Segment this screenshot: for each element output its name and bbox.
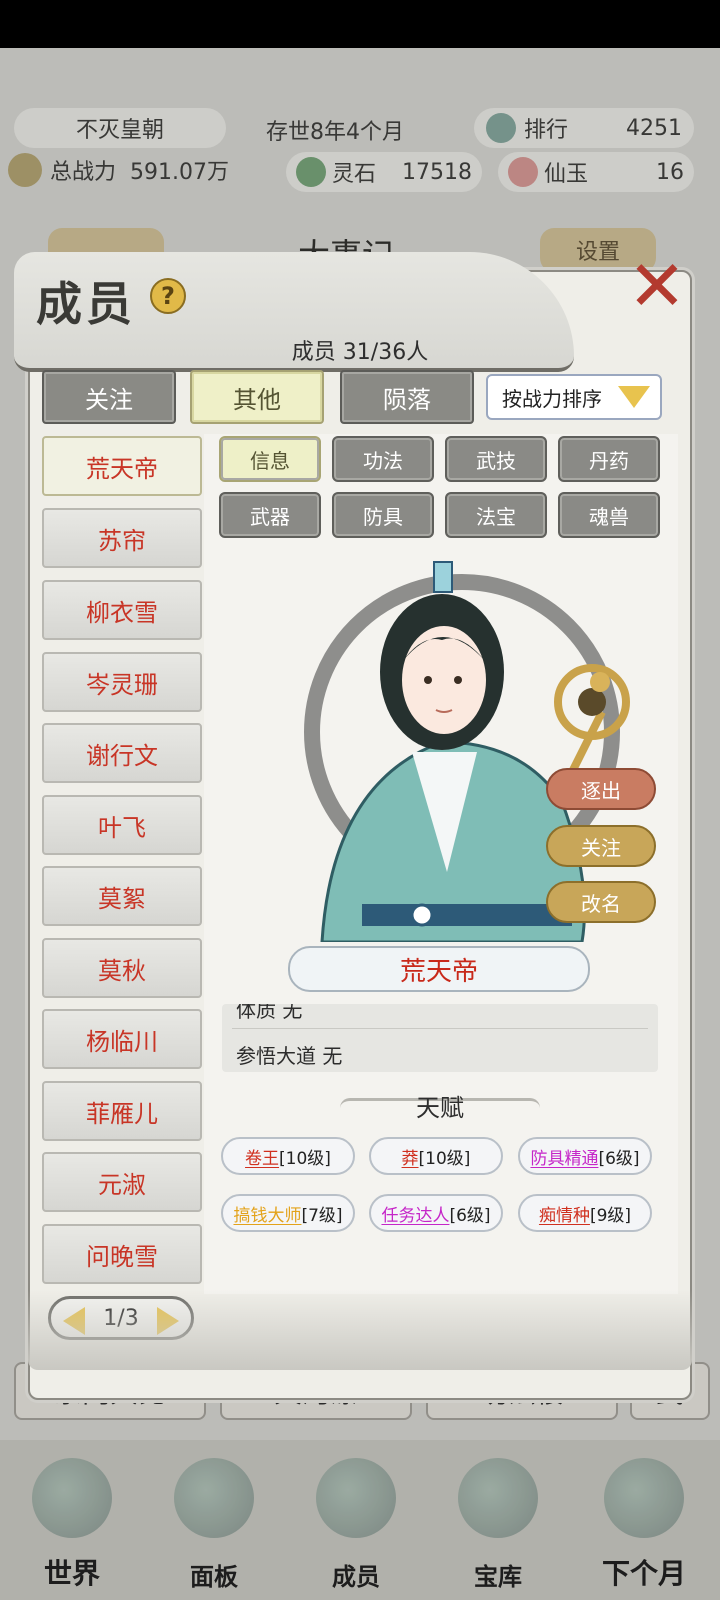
page-indicator: 1/3 bbox=[103, 1305, 139, 1331]
member-item[interactable]: 荒天帝 bbox=[42, 436, 202, 496]
member-item[interactable]: 莫秋 bbox=[42, 938, 202, 998]
talent-item[interactable]: 莽 [10级] bbox=[369, 1137, 503, 1175]
member-item[interactable]: 苏帘 bbox=[42, 508, 202, 568]
member-count: 成员 31/36人 bbox=[291, 340, 429, 365]
tab-artifacts[interactable]: 法宝 bbox=[445, 492, 547, 538]
talent-name: 任务达人 bbox=[381, 1205, 450, 1226]
info-row-constitution: 体质 无 bbox=[236, 1004, 302, 1023]
character-name[interactable]: 荒天帝 bbox=[288, 946, 590, 992]
info-list: 体质 无 参悟大道 无 bbox=[222, 1004, 658, 1072]
member-item[interactable]: 元淑 bbox=[42, 1152, 202, 1212]
member-item[interactable]: 叶飞 bbox=[42, 795, 202, 855]
sort-label: 按战力排序 bbox=[502, 386, 602, 411]
talent-level: [10级] bbox=[279, 1148, 331, 1169]
talent-name: 莽 bbox=[401, 1148, 419, 1169]
constitution-label: 体质 bbox=[236, 1004, 276, 1022]
tab-armor[interactable]: 防具 bbox=[332, 492, 434, 538]
member-item[interactable]: 岑灵珊 bbox=[42, 652, 202, 712]
talent-item[interactable]: 任务达人 [6级] bbox=[369, 1194, 503, 1232]
filter-fallen[interactable]: 陨落 bbox=[340, 370, 474, 424]
member-item[interactable]: 菲雁儿 bbox=[42, 1081, 202, 1141]
talent-header: 天赋 bbox=[416, 1094, 464, 1122]
tab-info[interactable]: 信息 bbox=[219, 436, 321, 482]
member-item[interactable]: 问晚雪 bbox=[42, 1224, 202, 1284]
status-bar bbox=[0, 0, 720, 48]
prev-page-icon[interactable] bbox=[63, 1307, 85, 1335]
tab-weapons[interactable]: 武器 bbox=[219, 492, 321, 538]
tab-techniques[interactable]: 功法 bbox=[332, 436, 434, 482]
talent-level: [7级] bbox=[301, 1205, 343, 1226]
talent-name: 搞钱大师 bbox=[233, 1205, 302, 1226]
expel-button[interactable]: 逐出 bbox=[546, 768, 656, 810]
talent-item[interactable]: 防具精通 [6级] bbox=[518, 1137, 652, 1175]
tab-martial-skills[interactable]: 武技 bbox=[445, 436, 547, 482]
talent-level: [10级] bbox=[418, 1148, 471, 1169]
tab-pills[interactable]: 丹药 bbox=[558, 436, 660, 482]
talent-item[interactable]: 痴情种 [9级] bbox=[518, 1194, 652, 1232]
member-item[interactable]: 谢行文 bbox=[42, 723, 202, 783]
info-row-dao: 参悟大道 无 bbox=[236, 1040, 342, 1069]
follow-button[interactable]: 关注 bbox=[546, 825, 656, 867]
pager: 1/3 bbox=[48, 1296, 194, 1340]
talent-name: 痴情种 bbox=[538, 1205, 590, 1226]
info-divider bbox=[232, 1028, 648, 1029]
talent-name: 防具精通 bbox=[530, 1148, 599, 1169]
talent-name: 卷王 bbox=[245, 1148, 280, 1169]
filter-other[interactable]: 其他 bbox=[190, 370, 324, 424]
member-item[interactable]: 莫絮 bbox=[42, 866, 202, 926]
rename-button[interactable]: 改名 bbox=[546, 881, 656, 923]
dao-value: 无 bbox=[322, 1044, 343, 1068]
help-icon[interactable]: ? bbox=[150, 278, 186, 314]
close-icon[interactable]: ✕ bbox=[626, 251, 688, 321]
sort-dropdown[interactable]: 按战力排序 bbox=[486, 374, 662, 420]
constitution-value: 无 bbox=[282, 1004, 303, 1022]
dialog-title: 成员 bbox=[36, 277, 136, 331]
member-item[interactable]: 柳衣雪 bbox=[42, 580, 202, 640]
next-page-icon[interactable] bbox=[157, 1307, 179, 1335]
talent-level: [9级] bbox=[589, 1205, 632, 1226]
member-item[interactable]: 杨临川 bbox=[42, 1009, 202, 1069]
dropdown-arrow-icon bbox=[618, 386, 650, 408]
talent-level: [6级] bbox=[449, 1205, 491, 1226]
talent-item[interactable]: 搞钱大师 [7级] bbox=[221, 1194, 355, 1232]
talent-level: [6级] bbox=[598, 1148, 640, 1169]
tab-soul-beasts[interactable]: 魂兽 bbox=[558, 492, 660, 538]
talent-item[interactable]: 卷王 [10级] bbox=[221, 1137, 355, 1175]
filter-follow[interactable]: 关注 bbox=[42, 370, 176, 424]
dao-label: 参悟大道 bbox=[236, 1044, 316, 1068]
